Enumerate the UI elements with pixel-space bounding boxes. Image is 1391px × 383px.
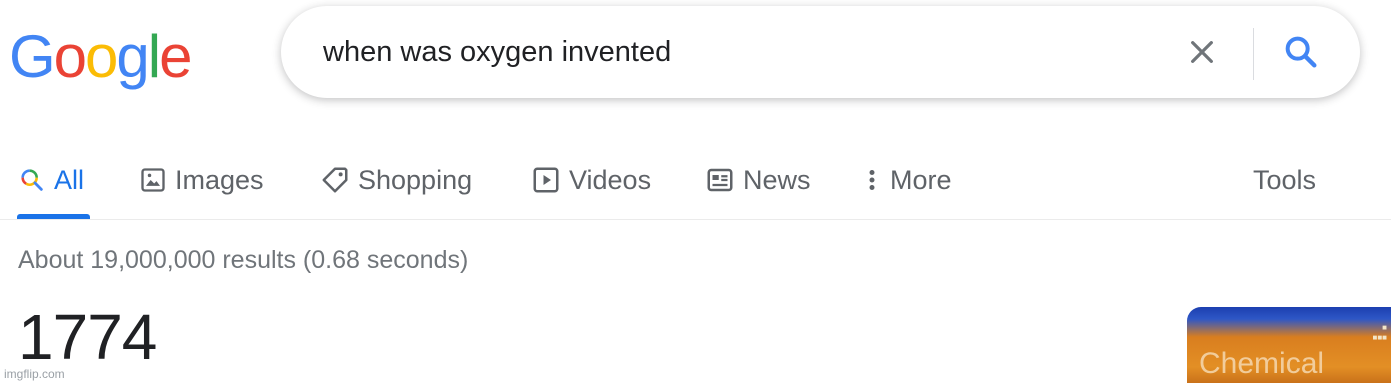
result-stats: About 19,000,000 results (0.68 seconds) [18,246,469,274]
tab-videos[interactable]: Videos [531,160,651,200]
logo-letter: o [53,23,87,90]
logo-letter: o [85,23,118,90]
tab-label: Videos [569,164,652,195]
search-input[interactable]: when was oxygen invented [323,6,671,98]
tab-label: All [54,164,85,195]
result-thumbnail[interactable]: ■ ■■■ Chemical [1187,307,1391,383]
more-vertical-icon [869,170,875,190]
tag-icon [322,167,348,193]
logo-letter: g [116,23,149,90]
tab-images[interactable]: Images [139,160,264,200]
tabs-divider [0,219,1391,220]
tab-label: News [743,164,811,195]
search-icon [21,169,43,191]
thumbnail-fine-print: ■ ■■■ [1372,323,1388,342]
tab-label: Images [175,164,264,195]
watermark: imgflip.com [4,367,65,381]
tab-label: More [890,164,952,195]
tab-more[interactable]: More [862,160,952,200]
news-icon [707,168,733,192]
close-icon[interactable] [1186,36,1218,68]
search-icon[interactable] [1281,32,1321,72]
logo-letter: l [147,23,161,90]
google-logo[interactable]: Google [9,22,193,92]
tools-button[interactable]: Tools [1253,160,1316,200]
search-divider [1253,28,1254,80]
search-tabs: All Images Shopping Videos News More Too… [0,150,1391,220]
image-icon [141,168,165,192]
search-bar[interactable]: when was oxygen invented [281,6,1360,98]
tab-shopping[interactable]: Shopping [320,160,472,200]
featured-answer: 1774 [18,301,157,373]
play-icon [533,167,559,193]
logo-letter: e [159,23,192,90]
logo-letter: G [9,23,56,90]
tab-news[interactable]: News [705,160,811,200]
thumbnail-title: Chemical [1199,347,1325,380]
tab-label: Shopping [358,164,473,195]
tab-all[interactable]: All [18,160,84,200]
